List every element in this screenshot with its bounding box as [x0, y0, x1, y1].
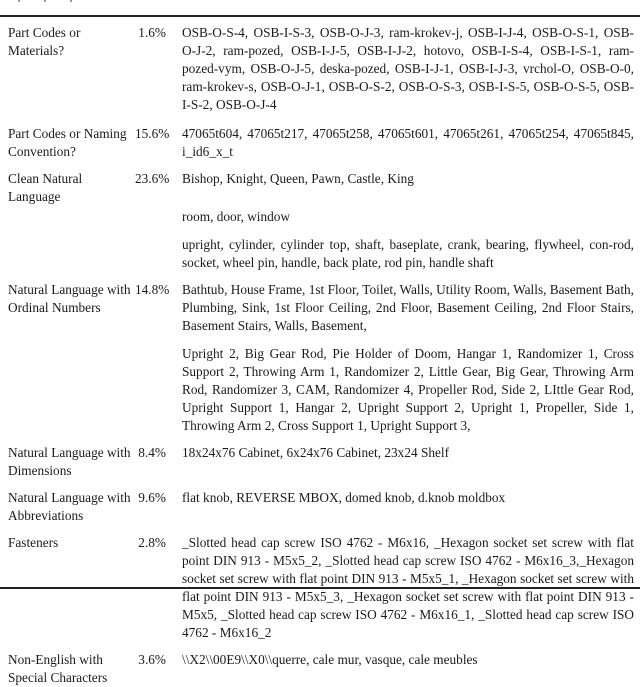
percent-cell: 8.4%: [138, 445, 166, 460]
percent-cell: 9.6%: [138, 490, 166, 505]
example-group: Upright 2, Big Gear Rod, Pie Holder of D…: [182, 346, 634, 433]
table-top-rule: [0, 15, 640, 17]
example-group: flat knob, REVERSE MBOX, domed knob, d.k…: [182, 490, 506, 505]
example-group: Bishop, Knight, Queen, Pawn, Castle, Kin…: [182, 171, 414, 186]
example-group: 47065t604, 47065t217, 47065t258, 47065t6…: [182, 126, 634, 159]
table-row: Non-English with Special Characters 3.6%…: [0, 651, 640, 687]
category-cell: Part Codes or Naming Convention?: [8, 126, 127, 159]
table-bottom-rule: [0, 587, 640, 589]
percent-cell: 14.8%: [135, 282, 170, 297]
example-group: room, door, window: [182, 209, 291, 224]
examples-cell: flat knob, REVERSE MBOX, domed knob, d.k…: [182, 489, 640, 534]
examples-cell: 47065t604, 47065t217, 47065t258, 47065t6…: [182, 125, 640, 170]
percent-cell: 23.6%: [135, 171, 170, 186]
percent-cell: 2.8%: [138, 535, 166, 550]
category-cell: Part Codes or Materials?: [8, 25, 81, 58]
category-cell: Natural Language with Ordinal Numbers: [8, 282, 131, 315]
category-cell: Fasteners: [8, 535, 59, 550]
example-group: Bathtub, House Frame, 1st Floor, Toilet,…: [182, 282, 634, 333]
table-row: Clean Natural Language 23.6% Bishop, Kni…: [0, 170, 640, 281]
clipped-previous-text: [0, 0, 640, 6]
examples-cell: OSB-O-S-4, OSB-I-S-3, OSB-O-J-3, ram-kro…: [182, 24, 640, 125]
examples-cell: \\X2\\00E9\\X0\\querre, cale mur, vasque…: [182, 651, 640, 687]
category-cell: Clean Natural Language: [8, 171, 83, 204]
percent-cell: 15.6%: [135, 126, 170, 141]
table-row: Part Codes or Materials? 1.6% OSB-O-S-4,…: [0, 24, 640, 125]
table-row: Natural Language with Ordinal Numbers 14…: [0, 281, 640, 444]
category-cell: Natural Language with Dimensions: [8, 445, 131, 478]
example-group: upright, cylinder, cylinder top, shaft, …: [182, 237, 634, 270]
examples-cell: Bathtub, House Frame, 1st Floor, Toilet,…: [182, 281, 640, 444]
table-row: Natural Language with Abbreviations 9.6%…: [0, 489, 640, 534]
example-group: \\X2\\00E9\\X0\\querre, cale mur, vasque…: [182, 652, 478, 667]
category-cell: Natural Language with Abbreviations: [8, 490, 131, 523]
table-row: Natural Language with Dimensions 8.4% 18…: [0, 444, 640, 489]
examples-cell: _Slotted head cap screw ISO 4762 - M6x16…: [182, 534, 640, 651]
percent-cell: 3.6%: [138, 652, 166, 667]
examples-cell: 18x24x76 Cabinet, 6x24x76 Cabinet, 23x24…: [182, 444, 640, 489]
examples-cell: Bishop, Knight, Queen, Pawn, Castle, Kin…: [182, 170, 640, 281]
example-group: OSB-O-S-4, OSB-I-S-3, OSB-O-J-3, ram-kro…: [182, 25, 634, 112]
percent-cell: 1.6%: [138, 25, 166, 40]
table-row: Fasteners 2.8% _Slotted head cap screw I…: [0, 534, 640, 651]
category-cell: Non-English with Special Characters: [8, 652, 108, 685]
table-row: Part Codes or Naming Convention? 15.6% 4…: [0, 125, 640, 170]
example-group: 18x24x76 Cabinet, 6x24x76 Cabinet, 23x24…: [182, 445, 450, 460]
